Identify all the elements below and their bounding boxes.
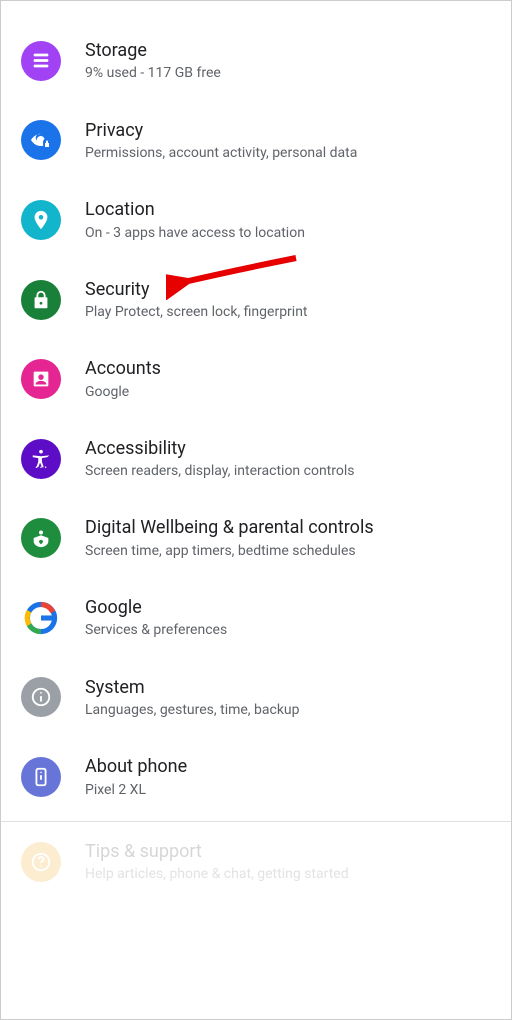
item-title: Digital Wellbeing & parental controls [85,516,374,539]
item-subtitle: Permissions, account activity, personal … [85,144,357,162]
location-pin-icon [21,200,61,240]
settings-item-security[interactable]: Security Play Protect, screen lock, fing… [1,260,511,340]
settings-item-wellbeing[interactable]: Digital Wellbeing & parental controls Sc… [1,498,511,578]
item-title: About phone [85,755,187,778]
settings-list: Storage 9% used - 117 GB free Privacy Pe… [1,1,511,901]
settings-item-google[interactable]: Google Services & preferences [1,578,511,658]
item-subtitle: Screen time, app timers, bedtime schedul… [85,542,374,560]
item-title: Tips & support [85,840,349,863]
account-box-icon [21,359,61,399]
storage-icon [21,41,61,81]
eye-lock-icon [21,120,61,160]
settings-item-system[interactable]: System Languages, gestures, time, backup [1,658,511,738]
item-subtitle: Languages, gestures, time, backup [85,701,300,719]
item-title: Accounts [85,357,161,380]
settings-item-privacy[interactable]: Privacy Permissions, account activity, p… [1,101,511,181]
item-subtitle: Services & preferences [85,621,227,639]
settings-item-about[interactable]: About phone Pixel 2 XL [1,737,511,817]
help-icon [21,842,61,882]
item-title: Location [85,198,305,221]
item-subtitle: 9% used - 117 GB free [85,64,221,82]
settings-item-tips[interactable]: Tips & support Help articles, phone & ch… [1,822,511,902]
item-title: Storage [85,39,221,62]
item-title: Google [85,596,227,619]
info-icon [21,677,61,717]
lock-icon [21,280,61,320]
item-subtitle: Help articles, phone & chat, getting sta… [85,865,349,883]
item-subtitle: Play Protect, screen lock, fingerprint [85,303,308,321]
settings-item-storage[interactable]: Storage 9% used - 117 GB free [1,21,511,101]
item-title: Security [85,278,308,301]
item-subtitle: On - 3 apps have access to location [85,224,305,242]
item-subtitle: Pixel 2 XL [85,781,187,799]
google-g-icon [21,598,61,638]
settings-item-location[interactable]: Location On - 3 apps have access to loca… [1,180,511,260]
heart-badge-icon [21,518,61,558]
item-title: Accessibility [85,437,354,460]
accessibility-icon [21,439,61,479]
item-title: Privacy [85,119,357,142]
item-subtitle: Google [85,383,161,401]
settings-item-accounts[interactable]: Accounts Google [1,339,511,419]
phone-info-icon [21,757,61,797]
item-title: System [85,676,300,699]
item-subtitle: Screen readers, display, interaction con… [85,462,354,480]
settings-item-accessibility[interactable]: Accessibility Screen readers, display, i… [1,419,511,499]
